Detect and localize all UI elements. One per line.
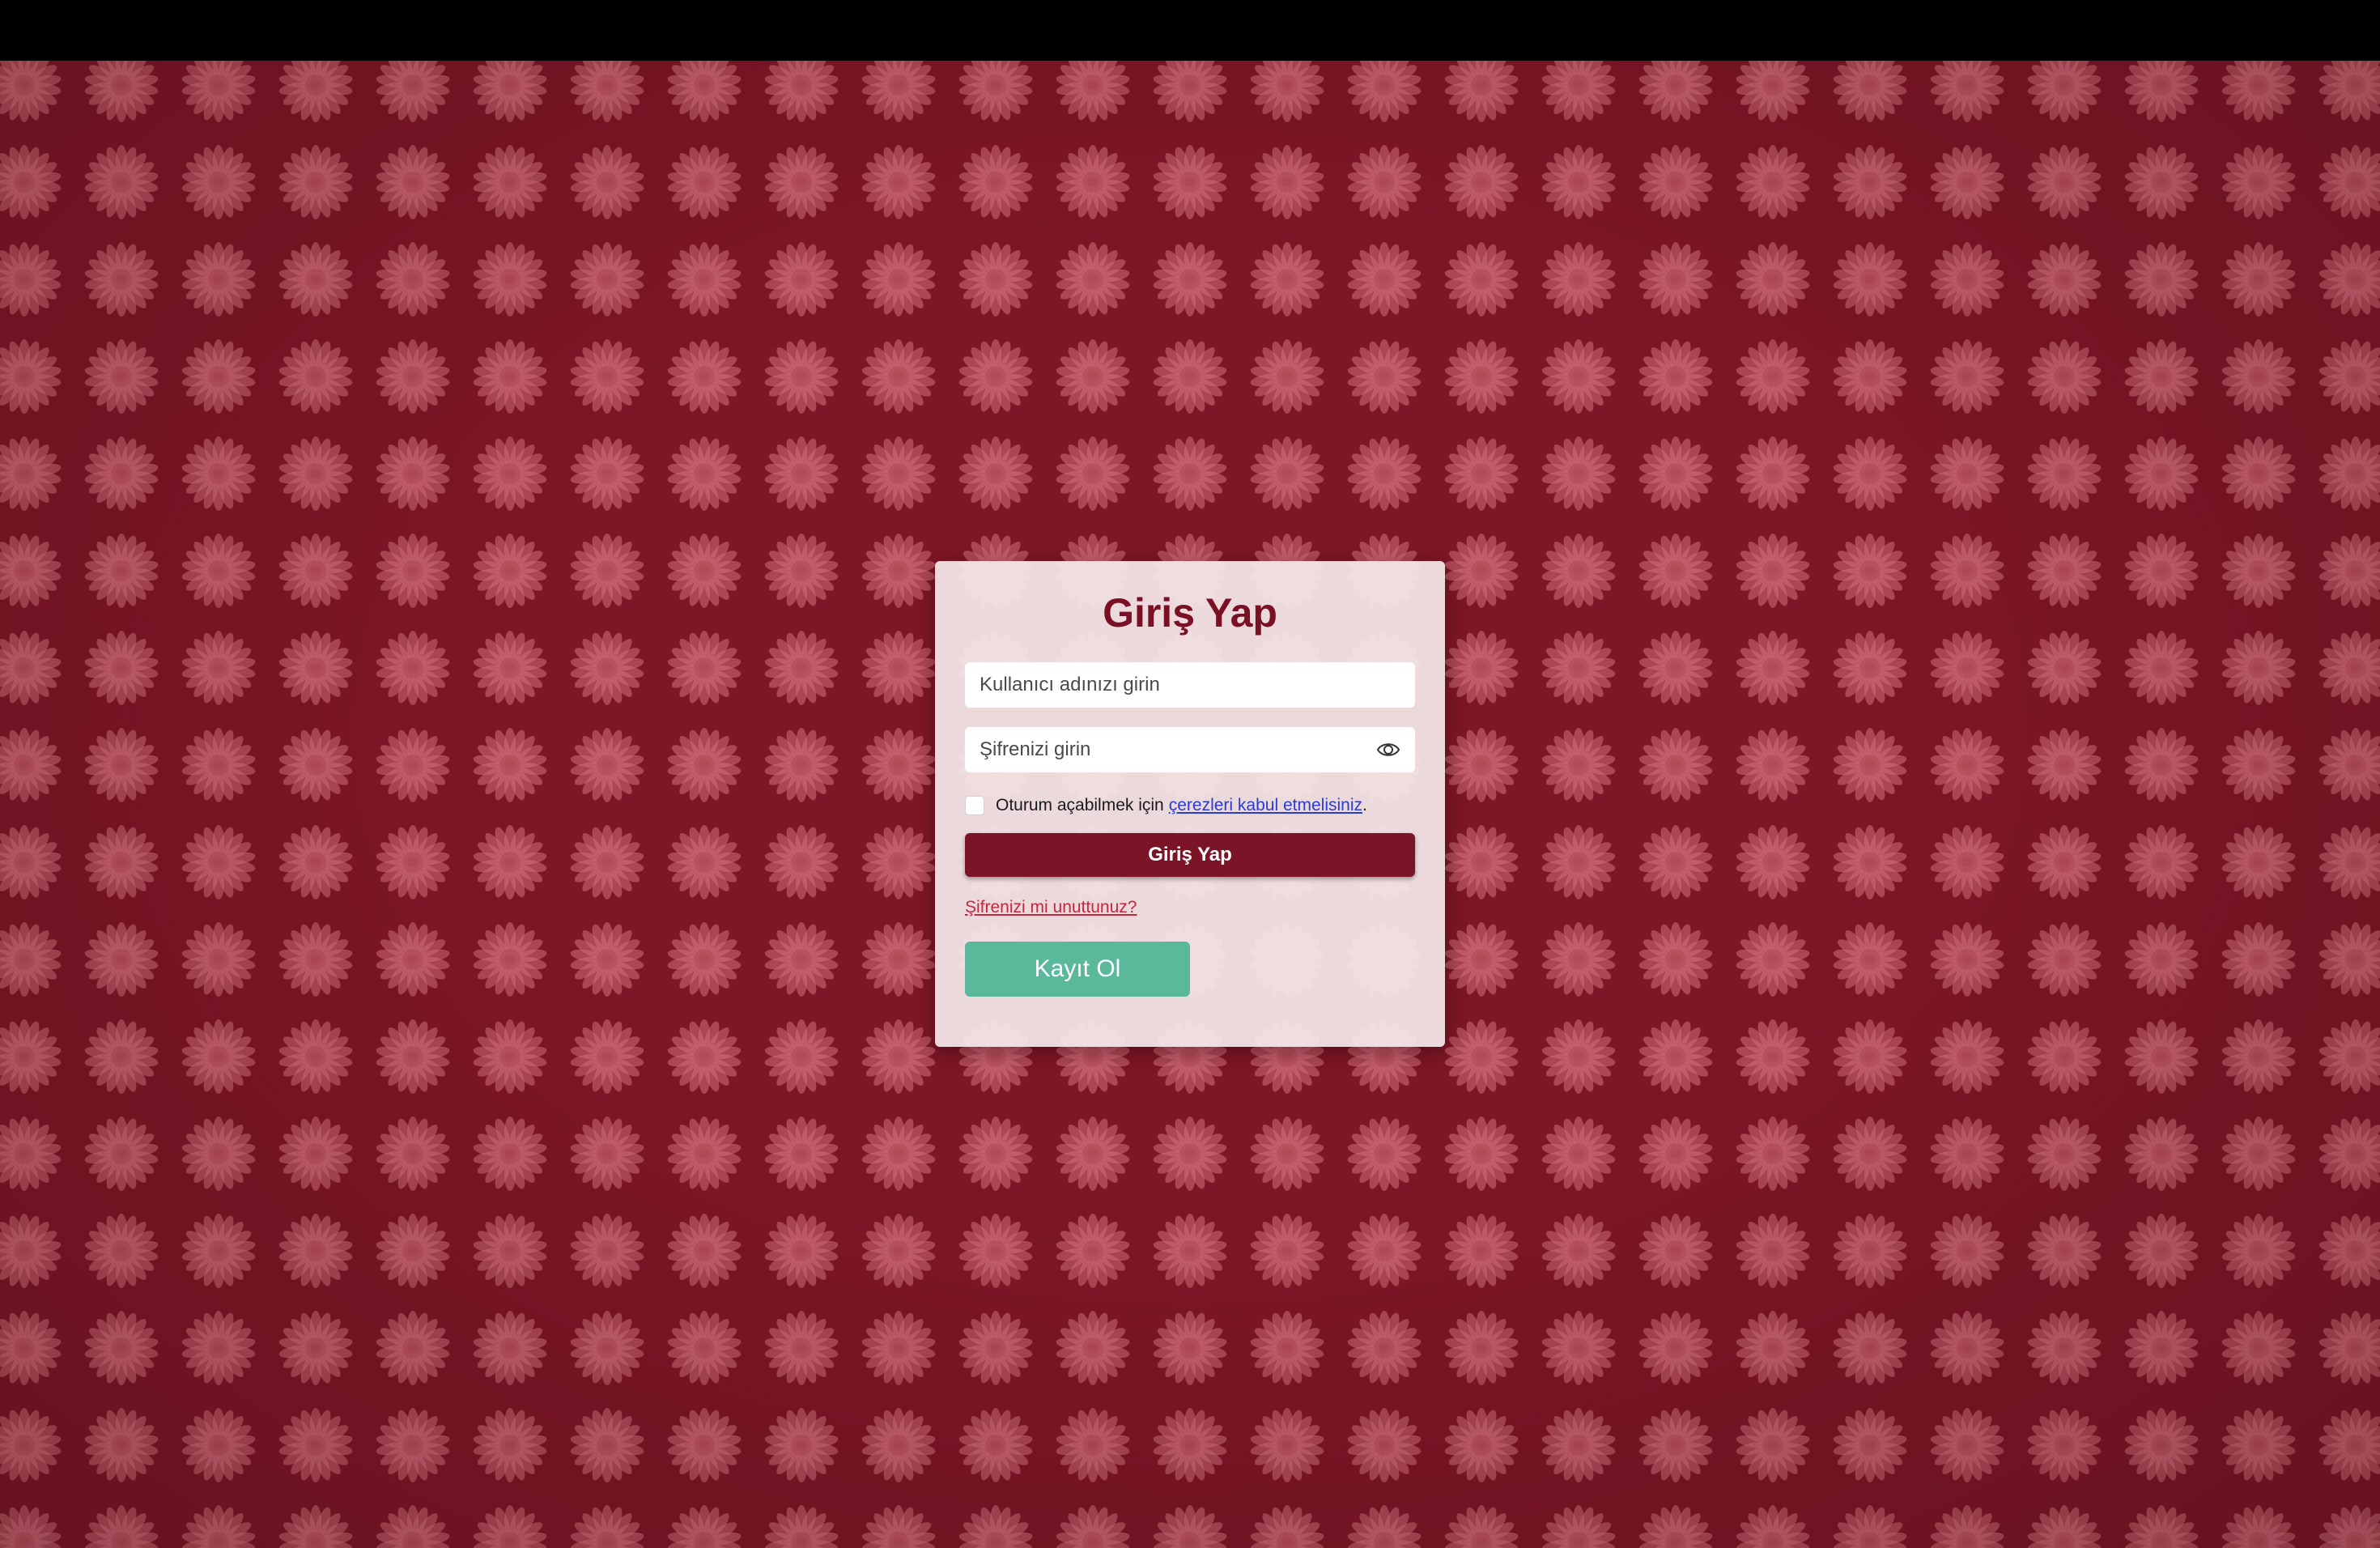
eye-icon[interactable] [1376, 738, 1400, 761]
consent-text: Oturum açabilmek için [996, 796, 1164, 814]
password-input[interactable] [965, 727, 1415, 772]
password-field[interactable] [965, 727, 1415, 772]
cookie-consent-link[interactable]: çerezleri kabul etmelisiniz [1169, 796, 1362, 815]
login-card: Giriş Yap Oturum açabilmek için çerezler… [935, 561, 1445, 1047]
username-input[interactable] [965, 662, 1415, 708]
login-button[interactable]: Giriş Yap [965, 833, 1415, 877]
cookie-consent-row: Oturum açabilmek için çerezleri kabul et… [965, 793, 1418, 818]
username-field[interactable] [965, 662, 1415, 708]
forgot-password-link[interactable]: Şifrenizi mi unuttunuz? [965, 898, 1137, 917]
consent-suffix: . [1362, 796, 1367, 814]
login-title: Giriş Yap [1103, 590, 1277, 636]
top-black-bar [0, 0, 2380, 61]
cookie-consent-checkbox[interactable] [965, 796, 984, 815]
register-button[interactable]: Kayıt Ol [965, 942, 1190, 997]
